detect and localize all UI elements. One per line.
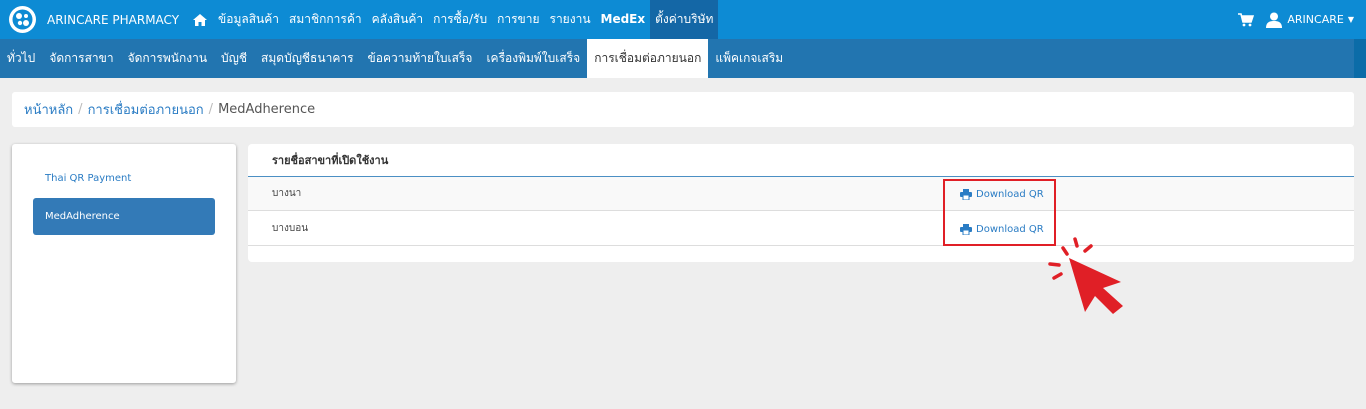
tab-receipt-footer[interactable]: ข้อความท้ายใบเสร็จ — [361, 39, 480, 78]
user-icon — [1266, 12, 1283, 28]
menu-inventory[interactable]: คลังสินค้า — [367, 0, 429, 39]
breadcrumb-separator: / — [208, 102, 214, 117]
top-navbar: ARINCARE PHARMACY ข้อมูลสินค้า สมาชิกการ… — [0, 0, 1366, 39]
breadcrumb-home[interactable]: หน้าหลัก — [24, 99, 73, 120]
table-header: รายชื่อสาขาที่เปิดใช้งาน — [248, 144, 1354, 177]
menu-company-settings[interactable]: ตั้งค่าบริษัท — [650, 0, 719, 39]
tab-external-integration[interactable]: การเชื่อมต่อภายนอก — [587, 39, 709, 78]
branch-name: บางบอน — [272, 223, 309, 234]
subnav-scrollbar[interactable] — [1354, 39, 1366, 78]
brand-name: ARINCARE PHARMACY — [47, 12, 180, 27]
main-menu: ข้อมูลสินค้า สมาชิกการค้า คลังสินค้า การ… — [187, 0, 719, 39]
tab-employees[interactable]: จัดการพนักงาน — [121, 39, 214, 78]
menu-reports[interactable]: รายงาน — [545, 0, 596, 39]
table-row: บางนา Download QR — [248, 177, 1354, 211]
menu-trade-members[interactable]: สมาชิกการค้า — [284, 0, 367, 39]
menu-purchase[interactable]: การซื้อ/รับ — [428, 0, 492, 39]
breadcrumb-parent[interactable]: การเชื่อมต่อภายนอก — [88, 99, 204, 120]
breadcrumb-current: MedAdherence — [218, 102, 316, 117]
highlight-box — [943, 179, 1056, 246]
tab-general[interactable]: ทั่วไป — [0, 39, 42, 78]
menu-sales[interactable]: การขาย — [492, 0, 544, 39]
menu-medex[interactable]: MedEx — [596, 0, 651, 39]
sidebar-item-thai-qr[interactable]: Thai QR Payment — [33, 160, 215, 197]
logo-icon — [9, 6, 36, 33]
tab-accounts[interactable]: บัญชี — [214, 39, 254, 78]
tab-receipt-printer[interactable]: เครื่องพิมพ์ใบเสร็จ — [479, 39, 587, 78]
tab-addon-packages[interactable]: แพ็คเกจเสริม — [708, 39, 790, 78]
user-menu[interactable]: ARINCARE ▼ — [1266, 12, 1354, 28]
caret-down-icon: ▼ — [1347, 15, 1354, 24]
breadcrumb-separator: / — [78, 102, 83, 117]
breadcrumb: หน้าหลัก / การเชื่อมต่อภายนอก / MedAdher… — [12, 92, 1354, 127]
user-area: ARINCARE ▼ — [1226, 0, 1366, 39]
tab-bank-book[interactable]: สมุดบัญชีธนาคาร — [254, 39, 361, 78]
table-row: บางบอน Download QR — [248, 212, 1354, 246]
user-name: ARINCARE — [1287, 13, 1344, 26]
sidebar-item-medadherence[interactable]: MedAdherence — [33, 198, 215, 235]
click-pointer-icon — [1048, 237, 1123, 314]
tab-branches[interactable]: จัดการสาขา — [42, 39, 120, 78]
cart-icon[interactable] — [1226, 12, 1266, 27]
integration-sidebar: Thai QR Payment MedAdherence — [12, 144, 236, 383]
menu-product-info[interactable]: ข้อมูลสินค้า — [213, 0, 284, 39]
home-icon[interactable] — [187, 0, 213, 39]
settings-subnav: ทั่วไป จัดการสาขา จัดการพนักงาน บัญชี สม… — [0, 39, 1354, 78]
brand[interactable]: ARINCARE PHARMACY — [0, 6, 187, 33]
branch-name: บางนา — [272, 188, 302, 199]
branch-table-panel: รายชื่อสาขาที่เปิดใช้งาน บางนา Download … — [248, 144, 1354, 262]
